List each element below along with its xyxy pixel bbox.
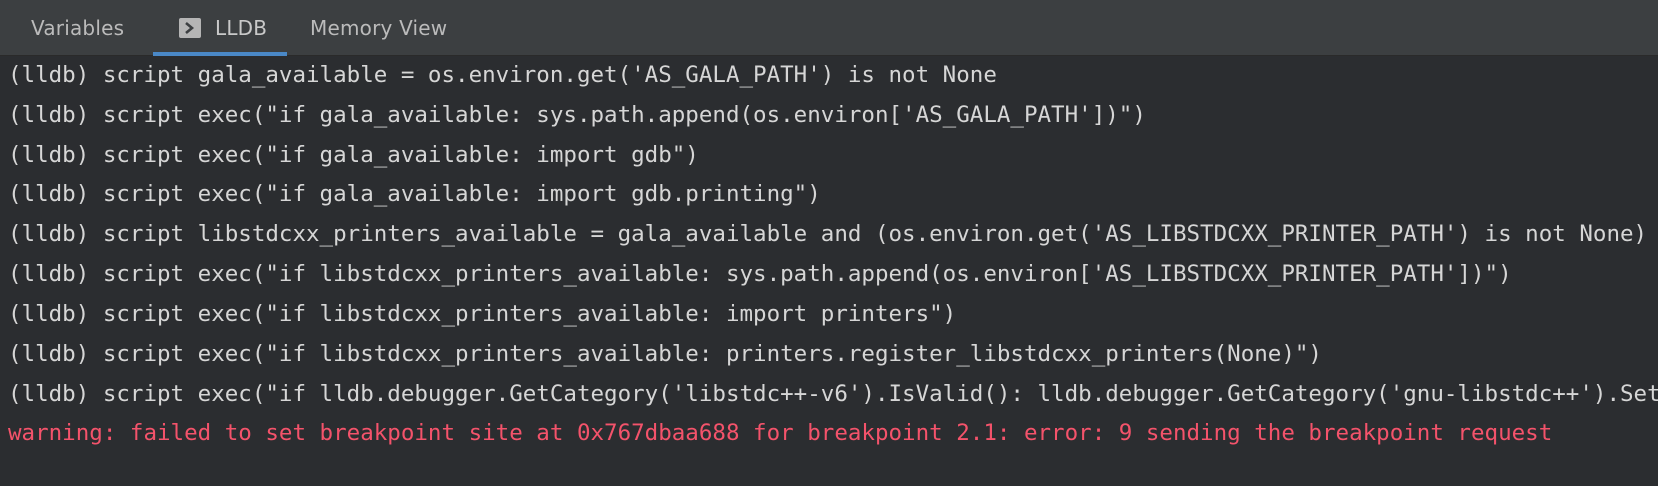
tab-lldb[interactable]: LLDB	[153, 0, 287, 56]
tab-memory-view[interactable]: Memory View	[310, 0, 447, 56]
console-line: (lldb) script exec("if libstdcxx_printer…	[8, 301, 957, 327]
tab-lldb-label: LLDB	[215, 16, 268, 40]
lldb-console-output[interactable]: (lldb) script gala_available = os.enviro…	[0, 57, 1658, 486]
console-line: (lldb) script exec("if libstdcxx_printer…	[8, 261, 1512, 287]
tab-variables[interactable]: Variables	[31, 0, 124, 56]
console-line: (lldb) script exec("if libstdcxx_printer…	[8, 341, 1322, 367]
warning-message: warning: failed to set breakpoint site a…	[8, 420, 1553, 446]
console-line: (lldb) script exec("if gala_available: i…	[8, 142, 699, 168]
tab-memory-view-label: Memory View	[310, 16, 448, 40]
console-line: (lldb) script exec("if lldb.debugger.Get…	[8, 381, 1658, 407]
active-tab-indicator	[153, 52, 287, 56]
debugger-tab-bar: Variables LLDB Memory View	[0, 0, 1658, 56]
tab-variables-label: Variables	[31, 16, 125, 40]
console-line: (lldb) script libstdcxx_printers_availab…	[8, 221, 1648, 247]
terminal-icon	[179, 18, 201, 38]
console-line: (lldb) script exec("if gala_available: i…	[8, 181, 821, 207]
console-line: (lldb) script exec("if gala_available: s…	[8, 102, 1146, 128]
console-line: (lldb) script gala_available = os.enviro…	[8, 62, 997, 88]
